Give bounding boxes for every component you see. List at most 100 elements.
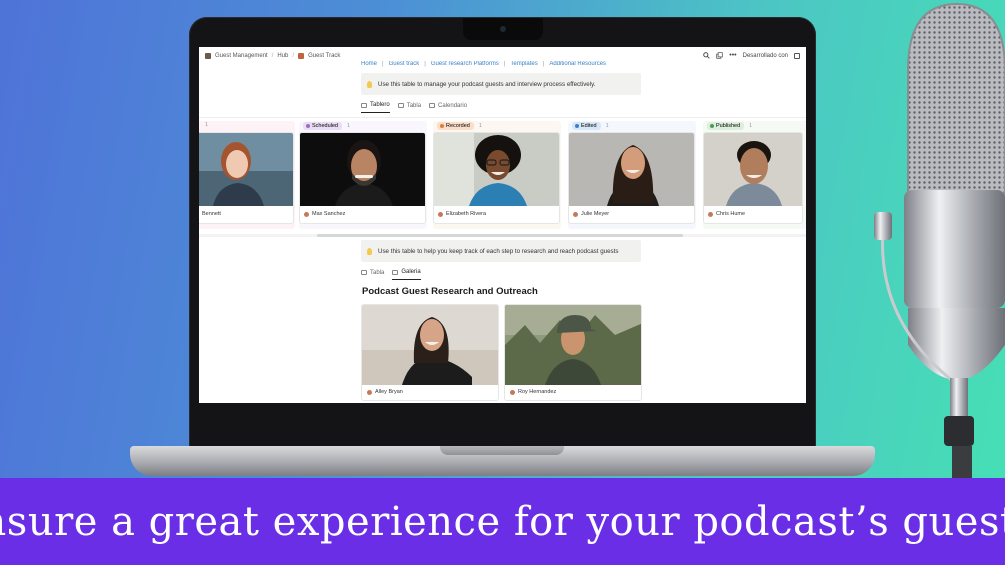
guest-name-text: Bennett: [202, 211, 221, 217]
link-templates[interactable]: Templates: [510, 61, 537, 69]
laptop-opening-groove: [440, 446, 564, 455]
column-header: 1: [205, 122, 208, 128]
guest-card[interactable]: Chris Hume: [703, 132, 803, 224]
person-icon: [304, 211, 309, 217]
banner-headline: Ensure a great experience for your podca…: [0, 498, 1005, 545]
status-dot: [440, 124, 444, 128]
status-label: Edited: [581, 123, 597, 129]
breadcrumb: Guest Management / Hub / Guest Track: [205, 53, 340, 59]
guest-card[interactable]: Julie Meyer: [568, 132, 695, 224]
promo-banner: Ensure a great experience for your podca…: [0, 478, 1005, 565]
person-icon: [573, 211, 578, 217]
link-research-platforms[interactable]: Guest research Platforms: [431, 61, 499, 69]
callout-research: Use this table to help you keep track of…: [361, 240, 641, 262]
link-separator: |: [542, 61, 545, 67]
more-button[interactable]: •••: [729, 52, 736, 59]
status-dot: [710, 124, 714, 128]
table-view-icon: [361, 270, 367, 275]
person-icon: [510, 389, 515, 395]
tab-calendario[interactable]: Calendario: [429, 102, 467, 113]
laptop-screen: Guest Management / Hub / Guest Track •••…: [199, 47, 806, 403]
column-count: 1: [347, 123, 351, 129]
tab-label: Galeria: [401, 269, 421, 275]
guest-photo: [199, 133, 293, 206]
gallery-view-icon: [392, 269, 399, 275]
board-column-edited: Edited 1 Julie Meyer: [568, 121, 696, 229]
guest-name: Alley Bryan: [367, 389, 403, 395]
copy-icon[interactable]: [716, 52, 723, 59]
board-column-published: Published 1 Chris Hume: [703, 121, 806, 229]
divider: [199, 117, 806, 118]
guest-name: Roy Hernandez: [510, 389, 556, 395]
table-icon: [298, 53, 305, 59]
guest-card[interactable]: Max Sanchez: [299, 132, 426, 224]
tab-tablero[interactable]: Tablero: [361, 102, 390, 113]
guest-card[interactable]: Bennett: [199, 132, 294, 224]
calendar-view-icon: [429, 103, 436, 108]
breadcrumb-separator: /: [292, 53, 295, 59]
board-column: 1 Bennett: [199, 121, 295, 229]
tab-tabla[interactable]: Tabla: [397, 102, 422, 113]
guest-card[interactable]: Elizabeth Rivera: [433, 132, 560, 224]
status-badge: Published: [707, 122, 745, 130]
person-icon: [438, 211, 443, 217]
lightbulb-icon: [367, 80, 372, 88]
search-icon[interactable]: [703, 52, 710, 59]
breadcrumb-item[interactable]: Hub: [277, 53, 288, 59]
view-tabs-research: Tabla Galeria: [361, 269, 421, 280]
status-badge: Scheduled: [303, 122, 342, 130]
camera-icon: [500, 26, 506, 32]
status-dot: [306, 124, 310, 128]
link-separator: |: [382, 61, 384, 67]
guest-name-text: Max Sanchez: [312, 211, 346, 217]
guest-name: Max Sanchez: [304, 211, 345, 217]
callout-text: Use this table to help you keep track of…: [378, 247, 619, 255]
guest-name: Bennett: [202, 211, 221, 217]
guest-photo: [505, 305, 641, 385]
guest-photo: [362, 305, 498, 385]
breadcrumb-item[interactable]: Guest Management: [215, 53, 268, 59]
notion-icon[interactable]: [794, 52, 800, 59]
guest-name-text: Roy Hernandez: [518, 389, 557, 395]
guest-name-text: Elizabeth Rivera: [446, 211, 487, 217]
scrollbar-thumb[interactable]: [317, 234, 683, 237]
topbar-actions: ••• Desarrollado con: [703, 52, 800, 59]
tab-galeria[interactable]: Galeria: [392, 269, 421, 280]
guest-name: Chris Hume: [708, 211, 745, 217]
guest-photo: [434, 133, 559, 206]
column-header: Scheduled 1: [303, 122, 350, 130]
status-badge: Recorded: [437, 122, 474, 130]
status-dot: [575, 124, 579, 128]
tab-label: Tabla: [370, 269, 385, 276]
guest-name-text: Chris Hume: [716, 211, 746, 217]
column-count: 1: [605, 123, 609, 129]
gallery-card[interactable]: Alley Bryan: [361, 304, 499, 401]
link-home[interactable]: Home: [361, 61, 377, 69]
workspace-label: Desarrollado con: [742, 52, 788, 59]
guest-photo: [300, 133, 425, 206]
column-count: 1: [478, 123, 482, 129]
gallery-card[interactable]: Roy Hernandez: [504, 304, 642, 401]
tab-tabla[interactable]: Tabla: [361, 269, 384, 280]
link-additional-resources[interactable]: Additional Resources: [549, 61, 606, 69]
guest-name-text: Julie Meyer: [581, 211, 610, 217]
status-badge: Edited: [572, 122, 601, 130]
guest-name: Julie Meyer: [573, 211, 609, 217]
table-view-icon: [397, 103, 404, 108]
column-header: Published 1: [707, 122, 752, 130]
status-label: Scheduled: [312, 123, 338, 129]
microphone-illustration: [874, 2, 1005, 480]
callout-text: Use this table to manage your podcast gu…: [378, 80, 596, 88]
board-column-scheduled: Scheduled 1 Max Sanchez: [299, 121, 427, 229]
person-icon: [367, 389, 372, 395]
lightbulb-icon: [367, 247, 372, 255]
view-tabs-board: Tablero Tabla Calendario: [361, 102, 467, 113]
link-guest-track[interactable]: Guest track: [389, 61, 420, 69]
board-view-icon: [361, 102, 367, 108]
tab-label: Calendario: [438, 102, 468, 109]
breadcrumb-item[interactable]: Guest Track: [308, 53, 340, 59]
tab-label: Tabla: [406, 102, 422, 109]
board-column-recorded: Recorded 1 Elizabeth Rivera: [433, 121, 561, 229]
page-links: Home | Guest track | Guest research Plat…: [361, 61, 606, 69]
status-label: Recorded: [446, 123, 470, 129]
